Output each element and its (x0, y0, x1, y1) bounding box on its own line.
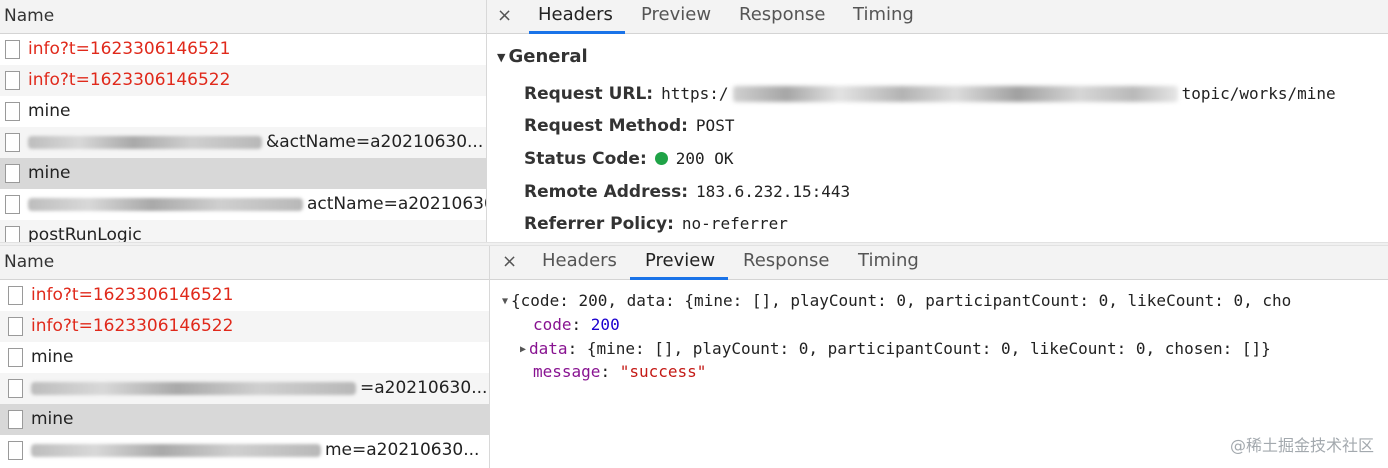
request-method-label: Request Method: (524, 116, 688, 136)
request-name: =a20210630... (360, 378, 488, 398)
json-key: data (529, 339, 568, 358)
general-section-title: General (508, 46, 588, 67)
request-url-row: Request URL: https:/ topic/works/mine (524, 79, 1336, 109)
request-name: postRunLogic (28, 225, 142, 242)
request-row[interactable]: info?t=1623306146521 (0, 280, 489, 311)
tab-headers[interactable]: Headers (542, 246, 617, 280)
redacted-url (732, 86, 1178, 102)
request-row[interactable]: info?t=1623306146521 (0, 34, 486, 65)
json-key: message (533, 362, 601, 381)
json-message-row: message: "success" (533, 362, 707, 381)
request-url-label: Request URL: (524, 84, 654, 104)
status-code-value: 200 OK (675, 149, 734, 168)
request-row[interactable]: postRunLogic (0, 220, 486, 242)
request-name: info?t=1623306146521 (28, 39, 231, 59)
request-name: actName=a20210630... (307, 194, 486, 214)
status-code-label: Status Code: (524, 149, 647, 169)
triangle-right-icon: ▶ (520, 344, 527, 355)
remote-address-label: Remote Address: (524, 182, 689, 202)
request-checkbox-icon (8, 441, 23, 460)
remote-address-row: Remote Address: 183.6.232.15:443 (524, 177, 850, 207)
request-row[interactable]: &actName=a20210630... (0, 127, 486, 158)
json-number: 200 (590, 315, 620, 334)
request-list: Name info?t=1623306146521 info?t=1623306… (0, 0, 487, 242)
request-checkbox-icon (5, 71, 20, 90)
name-column-header[interactable]: Name (0, 246, 489, 280)
request-name: mine (31, 409, 74, 429)
referrer-policy-label: Referrer Policy: (524, 214, 674, 234)
request-name: info?t=1623306146521 (31, 285, 234, 305)
request-method-row: Request Method: POST (524, 111, 734, 141)
request-checkbox-icon (5, 102, 20, 121)
request-url-prefix: https:/ (661, 84, 729, 103)
request-checkbox-icon (5, 164, 20, 183)
tab-response[interactable]: Response (743, 246, 829, 280)
tab-headers[interactable]: Headers (529, 0, 625, 34)
request-name: mine (28, 163, 71, 183)
referrer-policy-row: Referrer Policy: no-referrer (524, 209, 788, 239)
network-panel-bottom: Name info?t=1623306146521 info?t=1623306… (0, 246, 1388, 468)
name-column-header[interactable]: Name (0, 0, 486, 34)
tab-timing[interactable]: Timing (853, 0, 914, 34)
request-checkbox-icon (5, 195, 20, 214)
triangle-down-icon: ▼ (502, 296, 509, 307)
status-code-row: Status Code: 200 OK (524, 144, 734, 174)
request-url-suffix: topic/works/mine (1181, 84, 1336, 103)
request-checkbox-icon (5, 226, 20, 242)
request-row[interactable]: actName=a20210630... (0, 189, 486, 220)
request-name: info?t=1623306146522 (28, 70, 231, 90)
redacted-text (31, 443, 321, 457)
request-row[interactable]: info?t=1623306146522 (0, 65, 486, 96)
request-row-selected[interactable]: mine (0, 404, 489, 435)
json-code-row: code: 200 (533, 315, 620, 334)
json-data-summary: {mine: [], playCount: 0, participantCoun… (586, 339, 1271, 358)
request-checkbox-icon (5, 40, 20, 59)
status-ok-icon (654, 152, 668, 165)
request-method-value: POST (695, 116, 735, 135)
tab-response[interactable]: Response (739, 0, 825, 34)
tab-preview[interactable]: Preview (641, 0, 711, 34)
request-checkbox-icon (8, 317, 23, 336)
detail-tabbar: × Headers Preview Response Timing (487, 0, 1388, 34)
tab-preview[interactable]: Preview (630, 246, 728, 280)
triangle-down-icon: ▼ (497, 50, 506, 64)
json-root-summary: {code: 200, data: {mine: [], playCount: … (511, 291, 1292, 310)
request-checkbox-icon (8, 286, 23, 305)
redacted-text (28, 197, 303, 211)
redacted-text (31, 381, 356, 395)
request-checkbox-icon (8, 410, 23, 429)
json-string: "success" (619, 362, 707, 381)
tab-timing[interactable]: Timing (858, 246, 919, 280)
detail-tabbar: × Headers Preview Response Timing (490, 246, 1388, 280)
close-icon[interactable]: × (497, 0, 512, 32)
request-detail: × Headers Preview Response Timing ▼ Gener… (487, 0, 1388, 242)
general-section-header[interactable]: ▼ General (497, 46, 588, 67)
request-row[interactable]: mine (0, 96, 486, 127)
request-checkbox-icon (8, 348, 23, 367)
close-icon[interactable]: × (502, 246, 517, 278)
remote-address-value: 183.6.232.15:443 (696, 182, 851, 201)
request-checkbox-icon (8, 379, 23, 398)
request-name: info?t=1623306146522 (31, 316, 234, 336)
request-row[interactable]: mine (0, 342, 489, 373)
referrer-policy-value: no-referrer (681, 214, 788, 233)
json-data-row[interactable]: ▶ data: {mine: [], playCount: 0, particip… (520, 337, 1271, 361)
json-key: code (533, 315, 572, 334)
request-row-selected[interactable]: mine (0, 158, 486, 189)
request-name: me=a20210630... (325, 440, 480, 460)
request-row[interactable]: =a20210630... (0, 373, 489, 404)
network-panel-top: Name info?t=1623306146521 info?t=1623306… (0, 0, 1388, 242)
redacted-text (28, 135, 262, 149)
watermark: @稀土掘金技术社区 (1229, 436, 1374, 455)
request-name: mine (31, 347, 74, 367)
json-root-row[interactable]: ▼ {code: 200, data: {mine: [], playCount:… (502, 289, 1291, 313)
request-list: Name info?t=1623306146521 info?t=1623306… (0, 246, 490, 468)
request-row[interactable]: me=a20210630... (0, 435, 489, 466)
request-checkbox-icon (5, 133, 20, 152)
request-row[interactable]: info?t=1623306146522 (0, 311, 489, 342)
request-name: mine (28, 101, 71, 121)
request-name: &actName=a20210630... (266, 132, 484, 152)
